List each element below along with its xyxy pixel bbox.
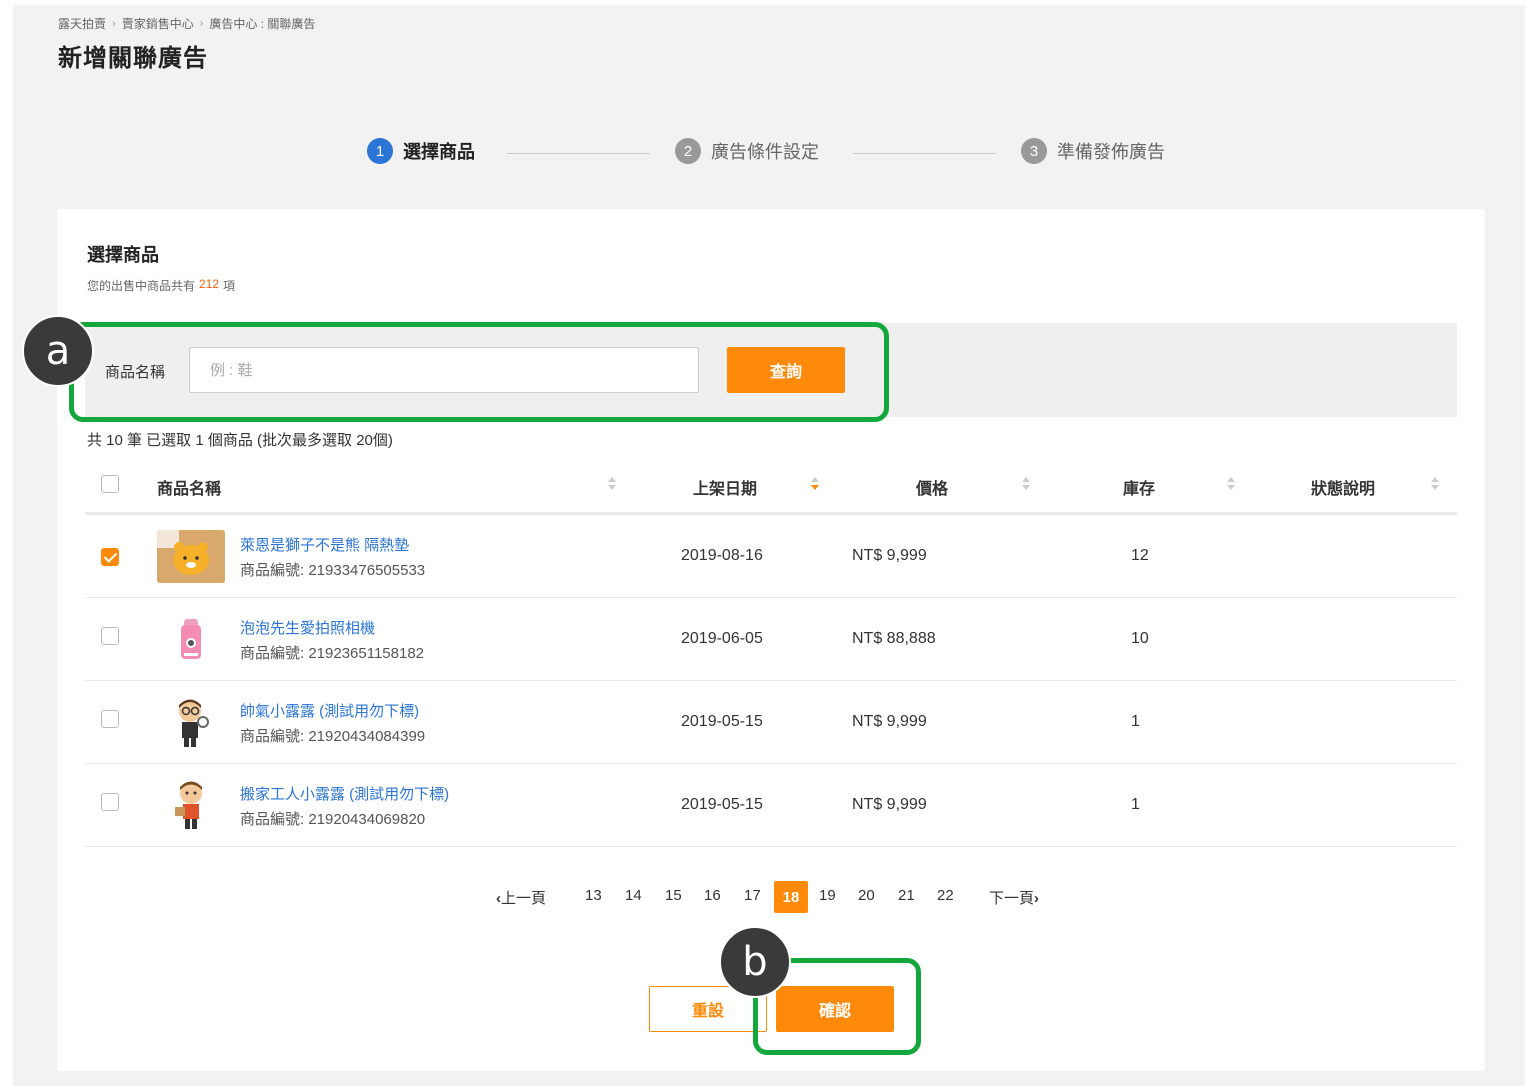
page-link-current[interactable]: 18 [774, 881, 808, 913]
chevron-right-icon: › [112, 17, 116, 30]
column-header-price[interactable]: 價格 [916, 475, 948, 499]
product-name-link[interactable]: 萊恩是獅子不是熊 隔熱墊 [240, 534, 409, 555]
product-name-link[interactable]: 帥氣小露露 (測試用勿下標) [240, 700, 419, 721]
next-page-label: 下一頁 [989, 890, 1035, 907]
step-label: 選擇商品 [403, 142, 475, 162]
row-checkbox[interactable] [101, 548, 119, 566]
table-row: 萊恩是獅子不是熊 隔熱墊 商品編號: 21933476505533 2019-0… [85, 515, 1457, 598]
breadcrumb: 露天拍賣 › 賣家銷售中心 › 廣告中心 : 關聯廣告 [58, 15, 315, 32]
highlight-box-a [69, 322, 889, 422]
sort-icon[interactable] [1227, 475, 1235, 493]
step-2: 2 廣告條件設定 [675, 138, 819, 164]
product-name-link[interactable]: 泡泡先生愛拍照相機 [240, 617, 375, 638]
product-thumbnail [157, 613, 225, 666]
breadcrumb-item-ad-center: 廣告中心 : 關聯廣告 [209, 17, 316, 31]
step-3: 3 準備發佈廣告 [1021, 138, 1165, 164]
page-link[interactable]: 21 [898, 887, 915, 904]
page-title: 新增關聯廣告 [58, 45, 208, 72]
page-link[interactable]: 15 [665, 887, 682, 904]
pagination: ‹上一頁 13 14 15 16 17 18 19 20 21 22 下一頁› [57, 881, 1485, 915]
annotation-marker-b: b [719, 926, 791, 998]
annotation-marker-a: a [22, 315, 94, 387]
product-price: NT$ 9,999 [852, 547, 927, 564]
page-link[interactable]: 14 [625, 887, 642, 904]
product-thumbnail [157, 696, 225, 749]
sort-icon[interactable] [1022, 475, 1030, 493]
step-indicator: 1 選擇商品 2 廣告條件設定 3 準備發佈廣告 [0, 138, 1534, 168]
column-header-stock[interactable]: 庫存 [1123, 475, 1155, 499]
item-count-text: 您的出售中商品共有 212 項 [87, 277, 235, 294]
product-id: 商品編號: 21923651158182 [240, 645, 425, 662]
page-link[interactable]: 20 [858, 887, 875, 904]
breadcrumb-item-seller-center[interactable]: 賣家銷售中心 [122, 15, 194, 32]
sort-icon[interactable] [811, 475, 819, 493]
table-row: 泡泡先生愛拍照相機 商品編號: 21923651158182 2019-06-0… [85, 598, 1457, 681]
product-thumbnail [157, 530, 225, 583]
page-link[interactable]: 13 [585, 887, 602, 904]
step-number: 3 [1021, 138, 1047, 164]
column-header-date[interactable]: 上架日期 [693, 475, 757, 499]
listing-date: 2019-05-15 [681, 796, 763, 813]
breadcrumb-item-home[interactable]: 露天拍賣 [58, 15, 106, 32]
item-count-prefix: 您的出售中商品共有 [87, 279, 196, 293]
step-label: 準備發佈廣告 [1057, 142, 1165, 162]
step-connector [853, 153, 996, 154]
column-header-name[interactable]: 商品名稱 [157, 475, 221, 499]
row-checkbox[interactable] [101, 710, 119, 728]
section-title: 選擇商品 [87, 245, 159, 265]
step-1: 1 選擇商品 [367, 138, 475, 164]
next-page-link[interactable]: 下一頁› [989, 887, 1039, 908]
sort-icon[interactable] [608, 475, 616, 493]
item-count-suffix: 項 [223, 279, 236, 293]
product-id: 商品編號: 21933476505533 [240, 562, 426, 579]
table-row: 搬家工人小露露 (測試用勿下標) 商品編號: 21920434069820 20… [85, 764, 1457, 847]
select-all-checkbox[interactable] [101, 475, 119, 493]
row-checkbox[interactable] [101, 627, 119, 645]
prev-page-link[interactable]: ‹上一頁 [496, 887, 546, 908]
product-stock: 1 [1131, 796, 1140, 813]
chevron-right-icon: › [1034, 890, 1040, 907]
step-label: 廣告條件設定 [711, 142, 819, 162]
column-header-status[interactable]: 狀態說明 [1311, 475, 1375, 499]
step-number: 2 [675, 138, 701, 164]
page-link[interactable]: 16 [704, 887, 721, 904]
product-price: NT$ 9,999 [852, 713, 927, 730]
prev-page-label: 上一頁 [501, 890, 547, 907]
table-header: 商品名稱 上架日期 價格 庫存 狀態說明 [85, 457, 1457, 515]
product-thumbnail [157, 779, 225, 832]
product-id: 商品編號: 21920434069820 [240, 811, 426, 828]
listing-date: 2019-06-05 [681, 630, 763, 647]
listing-date: 2019-08-16 [681, 547, 763, 564]
page-link[interactable]: 17 [744, 887, 761, 904]
item-count-number: 212 [199, 277, 220, 291]
sort-icon[interactable] [1431, 475, 1439, 493]
product-stock: 1 [1131, 713, 1140, 730]
row-checkbox[interactable] [101, 793, 119, 811]
page-link[interactable]: 19 [819, 887, 836, 904]
product-stock: 12 [1131, 547, 1149, 564]
table-row: 帥氣小露露 (測試用勿下標) 商品編號: 21920434084399 2019… [85, 681, 1457, 764]
step-connector [507, 153, 650, 154]
product-price: NT$ 88,888 [852, 630, 936, 647]
product-stock: 10 [1131, 630, 1149, 647]
step-number: 1 [367, 138, 393, 164]
product-price: NT$ 9,999 [852, 796, 927, 813]
product-id: 商品編號: 21920434084399 [240, 728, 426, 745]
selection-summary: 共 10 筆 已選取 1 個商品 (批次最多選取 20個) [87, 432, 393, 449]
page-link[interactable]: 22 [937, 887, 954, 904]
chevron-right-icon: › [199, 17, 204, 30]
listing-date: 2019-05-15 [681, 713, 763, 730]
product-name-link[interactable]: 搬家工人小露露 (測試用勿下標) [240, 783, 449, 804]
